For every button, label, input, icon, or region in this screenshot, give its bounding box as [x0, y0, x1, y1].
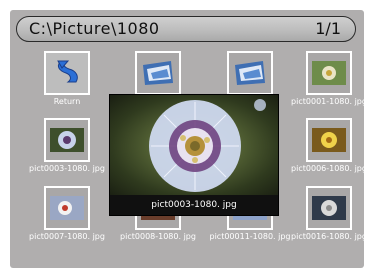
- return-thumb[interactable]: [44, 51, 90, 95]
- photo-label: pict0003-1080. jpg: [29, 164, 105, 173]
- folder-image-icon: [143, 61, 173, 85]
- photo-preview-panel[interactable]: pict0003-1080. jpg: [109, 94, 279, 216]
- photo-thumb[interactable]: [306, 51, 352, 95]
- path-header-bar: C:\Picture\1080 1/1: [16, 16, 356, 42]
- photo-thumb[interactable]: [306, 118, 352, 162]
- photo-item-pict0001[interactable]: pict0001-1080. jpg: [285, 51, 364, 113]
- folder-path: C:\Picture\1080: [29, 19, 160, 38]
- flower-photo-icon: [312, 128, 346, 152]
- photo-label: pict0007-1080. jpg: [29, 232, 105, 241]
- photo-item-pict0006[interactable]: pict0006-1080. jpg: [285, 118, 364, 180]
- flower-photo-icon: [312, 196, 346, 220]
- photo-label: pict0001-1080. jpg: [291, 97, 364, 106]
- photo-thumb[interactable]: [44, 118, 90, 162]
- media-browser-screen: C:\Picture\1080 1/1 Return pict0001-1080…: [10, 10, 364, 268]
- return-arrow-icon: [57, 60, 78, 83]
- photo-item-pict0016[interactable]: pict0016-1080. jpg: [285, 186, 364, 248]
- photo-item-pict0007[interactable]: pict0007-1080. jpg: [23, 186, 111, 248]
- return-label: Return: [53, 97, 81, 106]
- photo-label: pict0006-1080. jpg: [291, 164, 364, 173]
- folder-thumb[interactable]: [227, 51, 273, 95]
- photo-thumb[interactable]: [306, 186, 352, 230]
- folder-thumb[interactable]: [135, 51, 181, 95]
- photo-thumb[interactable]: [44, 186, 90, 230]
- flower-photo-icon: [312, 61, 346, 85]
- return-item[interactable]: Return: [23, 51, 111, 113]
- photo-label: pict0016-1080. jpg: [291, 232, 364, 241]
- folder-image-icon: [235, 61, 265, 85]
- page-indicator: 1/1: [315, 19, 341, 38]
- passion-flower-photo: [110, 95, 278, 197]
- preview-caption: pict0003-1080. jpg: [110, 195, 278, 215]
- photo-item-pict0003[interactable]: pict0003-1080. jpg: [23, 118, 111, 180]
- photo-label: pict0008-1080. jpg: [120, 232, 196, 241]
- flower-photo-icon: [50, 128, 84, 152]
- flower-photo-icon: [50, 196, 84, 220]
